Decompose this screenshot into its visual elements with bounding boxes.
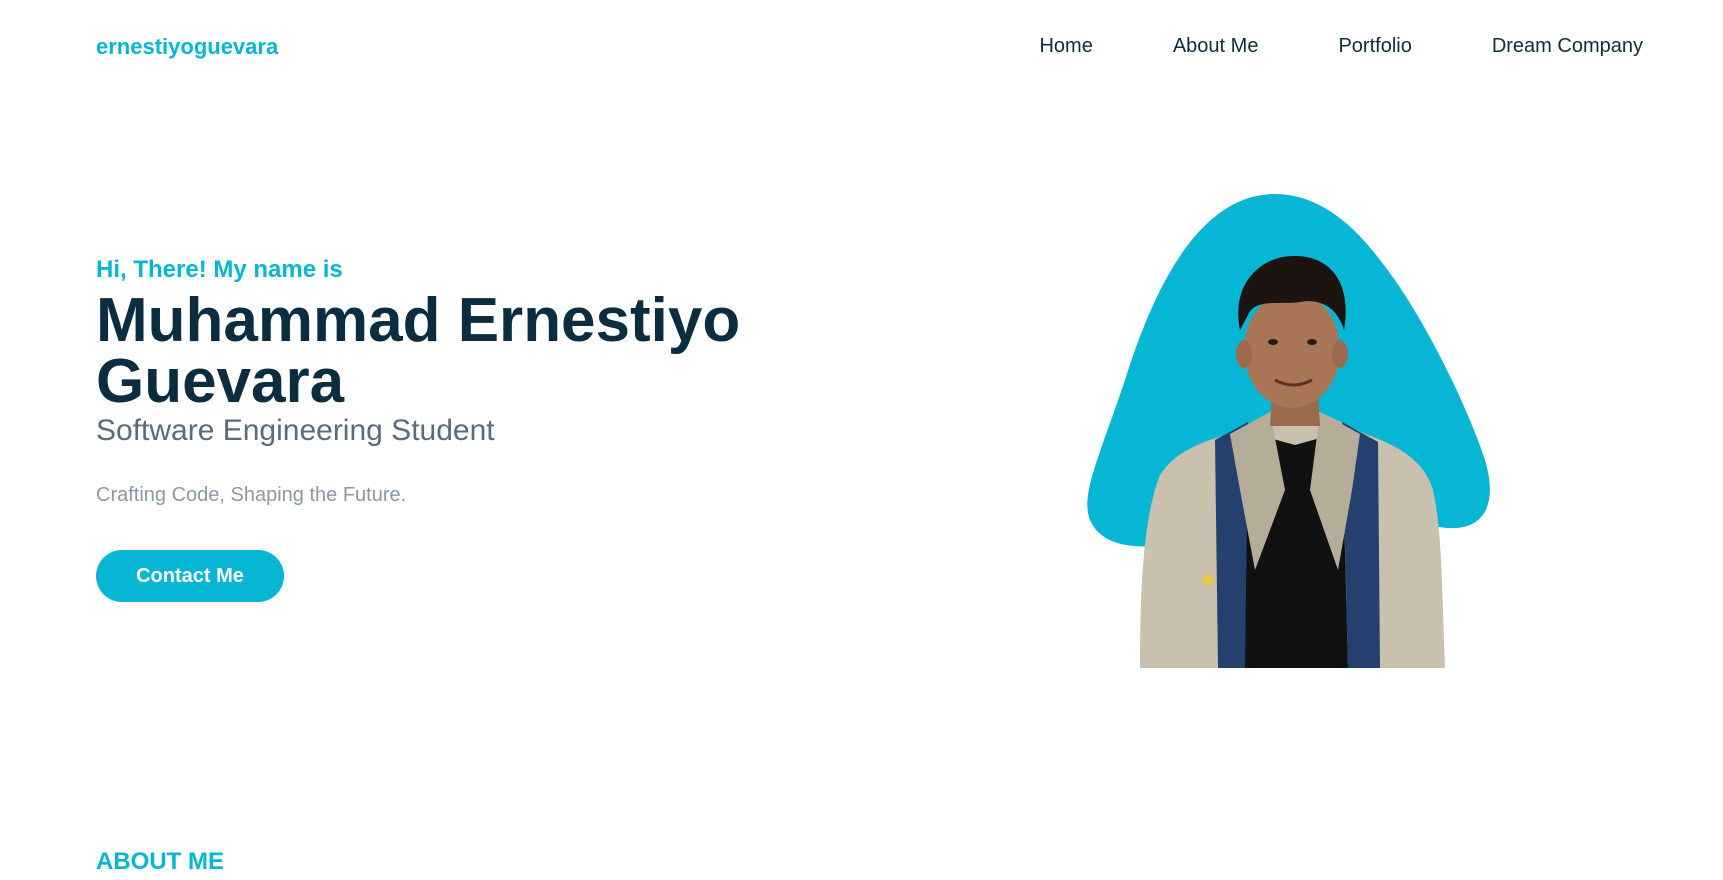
portrait-eye-left: [1268, 339, 1278, 345]
nav-link-dream-company[interactable]: Dream Company: [1492, 35, 1643, 58]
hero-role: Software Engineering Student: [96, 414, 495, 447]
portrait-jacket-button: [1202, 574, 1214, 586]
nav-link-portfolio[interactable]: Portfolio: [1338, 35, 1411, 58]
portrait-ear-left: [1236, 340, 1252, 368]
nav-link-home[interactable]: Home: [1039, 35, 1092, 58]
about-me-section-title: ABOUT ME: [96, 848, 224, 875]
nav-link-about-me[interactable]: About Me: [1173, 35, 1259, 58]
portfolio-page: ernestiyoguevara Home About Me Portfolio…: [0, 0, 1723, 880]
portrait-face: [1244, 292, 1340, 408]
main-nav: Home About Me Portfolio Dream Company: [959, 35, 1643, 58]
hero-tagline: Crafting Code, Shaping the Future.: [96, 484, 407, 506]
hero-name: Muhammad Ernestiyo Guevara: [96, 286, 741, 416]
brand-logo-link[interactable]: ernestiyoguevara: [96, 34, 278, 60]
contact-me-button[interactable]: Contact Me: [96, 550, 284, 602]
portrait-eye-right: [1307, 339, 1317, 345]
hero-greeting: Hi, There! My name is: [96, 256, 343, 283]
portrait-ear-right: [1332, 340, 1348, 368]
profile-portrait: [1087, 194, 1490, 668]
